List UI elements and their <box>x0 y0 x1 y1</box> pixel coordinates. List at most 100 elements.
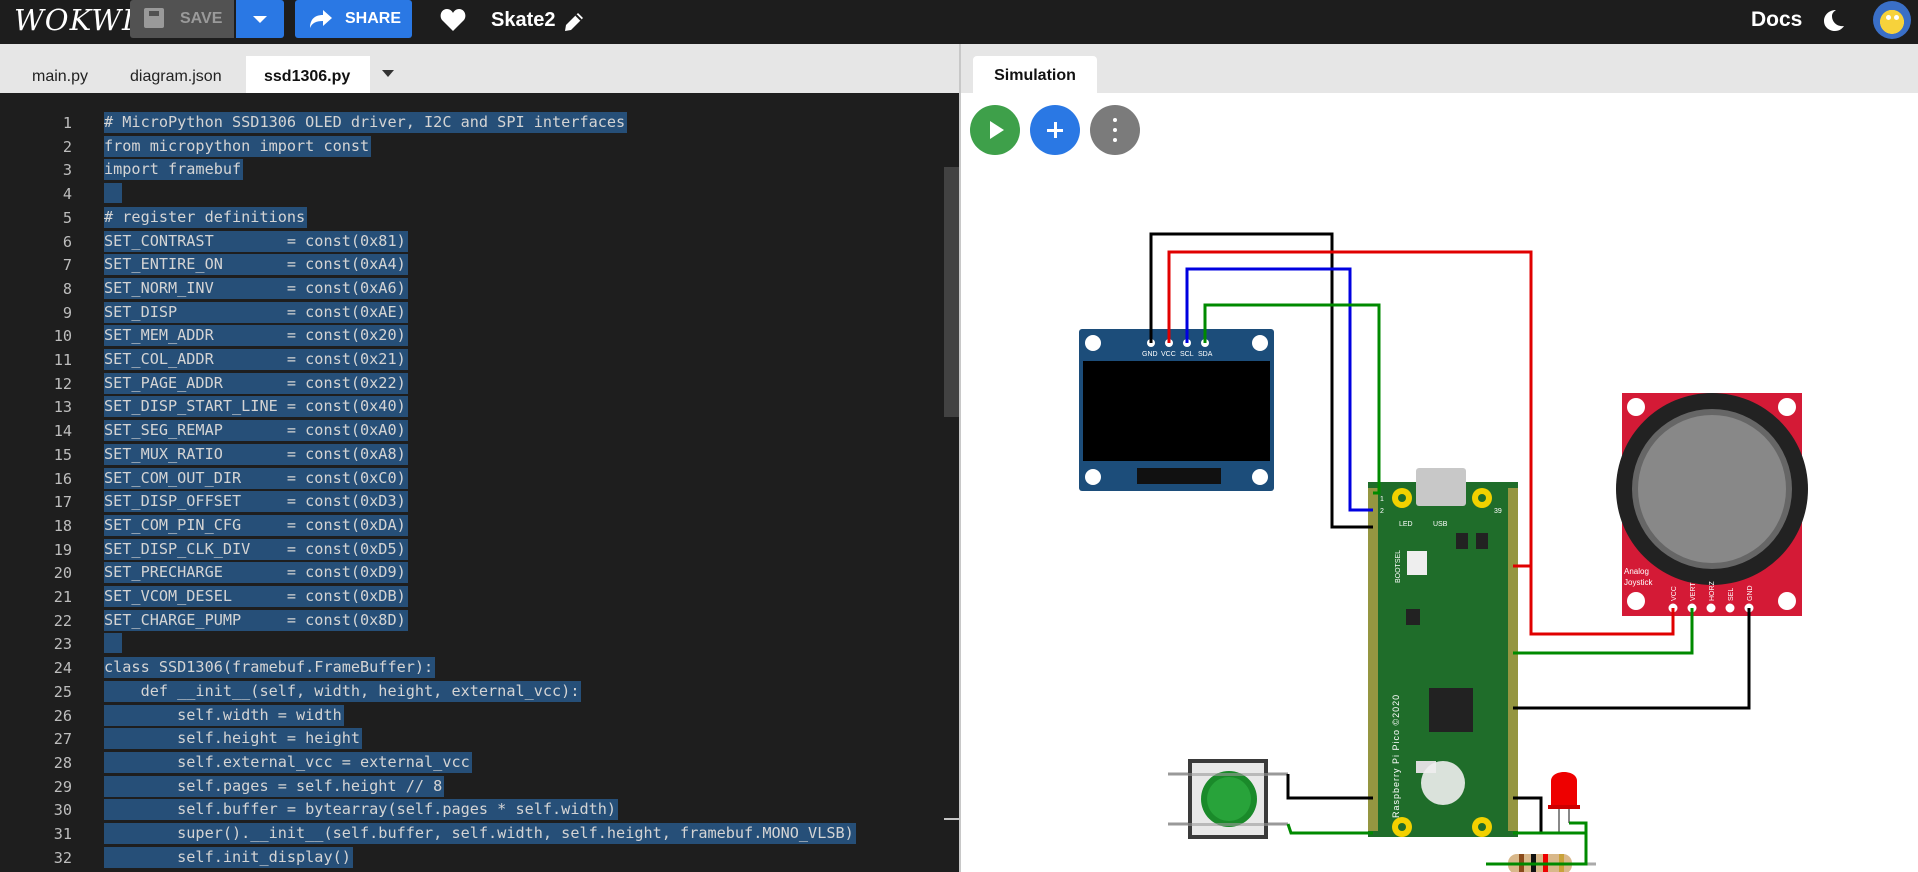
save-button-label: SAVE <box>180 10 223 27</box>
code-editor-panel: main.py diagram.json ssd1306.py 1 # Micro… <box>0 44 959 872</box>
save-button[interactable]: SAVE <box>130 0 234 38</box>
line-number: 11 <box>53 351 72 369</box>
code-text[interactable]: self.width = width <box>104 704 344 726</box>
code-text[interactable]: self.init_display() <box>104 846 353 868</box>
code-text[interactable]: super().__init__(self.buffer, self.width… <box>104 823 856 844</box>
code-text[interactable]: SET_PAGE_ADDR = const(0x22) <box>104 372 408 394</box>
line-number: 13 <box>53 398 72 417</box>
code-line[interactable]: 9 SET_DISP = const(0xAE) <box>0 301 942 323</box>
code-text[interactable]: def __init__(self, width, height, extern… <box>104 680 582 702</box>
code-line[interactable]: 12 SET_PAGE_ADDR = const(0x22) <box>0 372 942 394</box>
code-text[interactable]: SET_VCOM_DESEL = const(0xDB) <box>104 586 408 607</box>
code-line[interactable]: 8 SET_NORM_INV = const(0xA6) <box>0 277 942 299</box>
code-line[interactable]: 15 SET_MUX_RATIO = const(0xA8) <box>0 443 942 465</box>
joystick-label-line-2: Joystick <box>1624 578 1653 587</box>
code-text[interactable]: SET_NORM_INV = const(0xA6) <box>104 277 408 299</box>
code-line[interactable]: 20 SET_PRECHARGE = const(0xD9) <box>0 561 942 584</box>
code-text[interactable]: # MicroPython SSD1306 OLED driver, I2C a… <box>104 112 628 133</box>
code-text[interactable]: SET_CHARGE_PUMP = const(0x8D) <box>104 609 408 631</box>
code-text[interactable]: SET_SEG_REMAP = const(0xA0) <box>104 420 408 442</box>
code-text[interactable]: SET_PRECHARGE = const(0xD9) <box>104 562 408 584</box>
code-line[interactable]: 4 <box>0 182 942 204</box>
code-text[interactable]: SET_MUX_RATIO = const(0xA8) <box>104 443 408 465</box>
tab-diagram-json[interactable]: diagram.json <box>112 56 240 93</box>
code-text[interactable]: SET_DISP_CLK_DIV = const(0xD5) <box>104 538 408 560</box>
code-line[interactable]: 1 # MicroPython SSD1306 OLED driver, I2C … <box>0 111 942 133</box>
joystick-pin-vert: VERT <box>1690 582 1697 601</box>
line-number: 1 <box>62 114 72 132</box>
code-text[interactable]: self.pages = self.height // 8 <box>104 775 445 797</box>
save-options-dropdown-button[interactable] <box>236 0 284 38</box>
code-line[interactable]: 25 def __init__(self, width, height, ext… <box>0 680 942 702</box>
share-button[interactable]: SHARE <box>295 0 412 38</box>
simulation-canvas[interactable]: GND VCC SCL SDA LED USB 1 2 39 BOOTSEL R… <box>961 93 1918 872</box>
raspberry-pi-pico[interactable]: LED USB 1 2 39 BOOTSEL Raspberry Pi Pico… <box>1368 468 1518 837</box>
code-line[interactable]: 32 self.init_display() <box>0 846 942 868</box>
code-text[interactable]: self.external_vcc = external_vcc <box>104 751 472 773</box>
pencil-icon[interactable] <box>562 10 586 34</box>
code-text[interactable]: class SSD1306(framebuf.FrameBuffer): <box>104 657 436 679</box>
code-line[interactable]: 5 # register definitions <box>0 206 942 228</box>
code-text[interactable]: self.buffer = bytearray(self.pages * sel… <box>104 799 619 821</box>
code-line[interactable]: 11 SET_COL_ADDR = const(0x21) <box>0 348 942 370</box>
code-line[interactable]: 30 self.buffer = bytearray(self.pages * … <box>0 798 942 821</box>
code-line[interactable]: 3 import framebuf <box>0 158 942 181</box>
code-text[interactable]: SET_COM_PIN_CFG = const(0xDA) <box>104 514 408 536</box>
tab-main-py[interactable]: main.py <box>14 56 106 93</box>
code-line[interactable]: 18 SET_COM_PIN_CFG = const(0xDA) <box>0 514 942 536</box>
code-text[interactable]: SET_MEM_ADDR = const(0x20) <box>104 325 408 347</box>
pushbutton[interactable] <box>1168 759 1288 839</box>
code-text[interactable]: SET_DISP_START_LINE = const(0x40) <box>104 396 408 418</box>
code-text[interactable]: SET_DISP_OFFSET = const(0xD3) <box>104 491 408 513</box>
oled-ssd1306-display[interactable]: GND VCC SCL SDA <box>1079 329 1274 491</box>
code-line[interactable]: 7 SET_ENTIRE_ON = const(0xA4) <box>0 253 942 276</box>
code-line[interactable]: 26 self.width = width <box>0 704 942 726</box>
code-line[interactable]: 10 SET_MEM_ADDR = const(0x20) <box>0 324 942 347</box>
code-text[interactable] <box>104 633 122 654</box>
code-line[interactable]: 14 SET_SEG_REMAP = const(0xA0) <box>0 419 942 442</box>
code-line[interactable]: 23 <box>0 632 942 654</box>
code-text[interactable]: import framebuf <box>104 159 244 181</box>
user-avatar[interactable] <box>1873 1 1911 39</box>
code-line[interactable]: 13 SET_DISP_START_LINE = const(0x40) <box>0 395 942 418</box>
code-line[interactable]: 6 SET_CONTRAST = const(0x81) <box>0 230 942 252</box>
line-number: 25 <box>53 682 72 701</box>
analog-joystick[interactable]: Analog Joystick VCC VERT HORZ SEL GND <box>1616 393 1808 616</box>
code-line[interactable]: 24 class SSD1306(framebuf.FrameBuffer): <box>0 656 942 679</box>
code-text[interactable]: SET_DISP = const(0xAE) <box>104 301 408 323</box>
code-line[interactable]: 2 from micropython import const <box>0 135 942 157</box>
code-area[interactable]: 1 # MicroPython SSD1306 OLED driver, I2C … <box>0 111 942 872</box>
joystick-label-line-1: Analog <box>1624 567 1649 576</box>
code-line[interactable]: 17 SET_DISP_OFFSET = const(0xD3) <box>0 490 942 513</box>
code-line[interactable]: 28 self.external_vcc = external_vcc <box>0 751 942 773</box>
code-line[interactable]: 29 self.pages = self.height // 8 <box>0 775 942 797</box>
file-menu-chevron-down-icon[interactable] <box>382 70 394 77</box>
heart-icon[interactable] <box>440 8 466 32</box>
code-line[interactable]: 22 SET_CHARGE_PUMP = const(0x8D) <box>0 609 942 631</box>
moon-icon[interactable] <box>1821 8 1845 32</box>
tab-ssd1306-py[interactable]: ssd1306.py <box>246 56 370 93</box>
oled-pin-vcc: VCC <box>1161 351 1176 358</box>
code-line[interactable]: 21 SET_VCOM_DESEL = const(0xDB) <box>0 585 942 607</box>
pico-bootsel-label: BOOTSEL <box>1395 550 1402 583</box>
code-text[interactable]: SET_COM_OUT_DIR = const(0xC0) <box>104 467 408 489</box>
wokwi-logo[interactable]: WOKWI <box>14 3 134 37</box>
code-text[interactable]: # register definitions <box>104 206 308 228</box>
line-number: 18 <box>53 516 72 535</box>
code-text[interactable]: from micropython import const <box>104 135 372 157</box>
share-button-label: SHARE <box>345 10 402 27</box>
code-line[interactable]: 27 self.height = height <box>0 727 942 750</box>
code-text[interactable] <box>104 183 122 204</box>
docs-link[interactable]: Docs <box>1751 8 1802 32</box>
code-text[interactable]: SET_ENTIRE_ON = const(0xA4) <box>104 254 408 276</box>
code-line[interactable]: 16 SET_COM_OUT_DIR = const(0xC0) <box>0 467 942 489</box>
project-name[interactable]: Skate2 <box>491 9 556 32</box>
line-number: 17 <box>53 493 72 512</box>
code-line[interactable]: 31 super().__init__(self.buffer, self.wi… <box>0 822 942 844</box>
code-text[interactable]: SET_CONTRAST = const(0x81) <box>104 230 408 252</box>
code-text[interactable]: SET_COL_ADDR = const(0x21) <box>104 349 408 370</box>
code-line[interactable]: 19 SET_DISP_CLK_DIV = const(0xD5) <box>0 538 942 560</box>
code-text[interactable]: self.height = height <box>104 728 363 750</box>
tab-simulation[interactable]: Simulation <box>973 56 1097 93</box>
editor-scrollbar-thumb[interactable] <box>944 167 959 417</box>
